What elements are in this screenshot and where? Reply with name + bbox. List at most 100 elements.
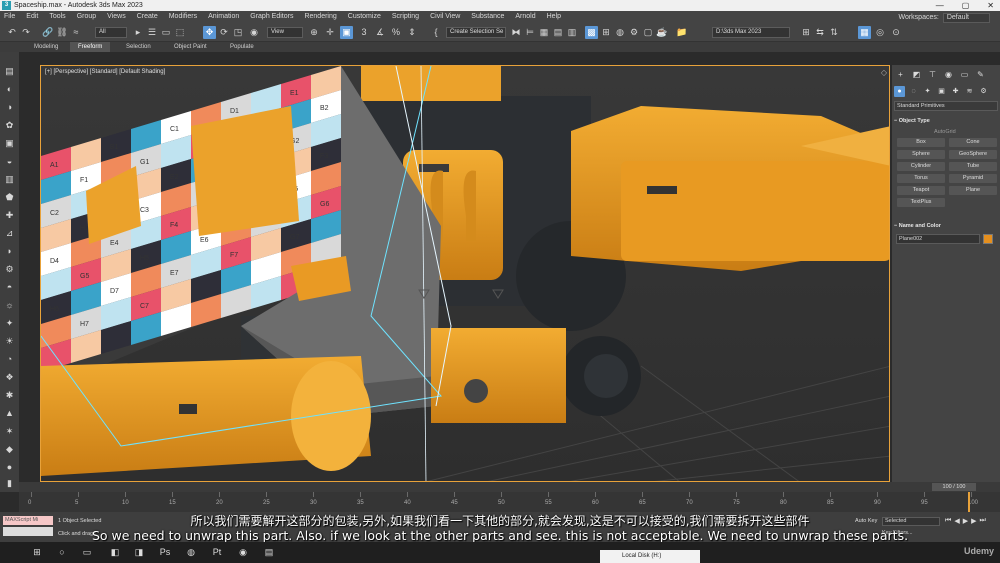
- primitive-button-textplus[interactable]: TextPlus: [897, 198, 945, 207]
- taskbar-app-icon-1[interactable]: ◧: [108, 546, 122, 559]
- pivot-center-icon[interactable]: ⊕: [308, 26, 320, 39]
- unlink-icon[interactable]: ⛓: [56, 26, 68, 39]
- curve-editor-icon[interactable]: ▩: [585, 26, 598, 39]
- primitive-button-box[interactable]: Box: [897, 138, 945, 147]
- tool-icon-16[interactable]: ◔: [3, 354, 16, 365]
- display-tab-icon[interactable]: ▭: [958, 70, 971, 80]
- menu-item-help[interactable]: Help: [547, 11, 561, 23]
- taskbar-app-icon-6[interactable]: ▤: [262, 546, 276, 559]
- tool-icon-12[interactable]: ◓: [3, 282, 16, 293]
- systems-icon[interactable]: ⚙: [978, 86, 989, 97]
- align-icon[interactable]: ⊨: [524, 26, 536, 39]
- primitive-category-dropdown[interactable]: Standard Primitives: [894, 101, 998, 111]
- menu-item-file[interactable]: File: [4, 11, 15, 23]
- selection-filter-dropdown[interactable]: All: [95, 27, 127, 38]
- tool-icon-13[interactable]: ☼: [3, 300, 16, 311]
- ribbon-tab-object-paint[interactable]: Object Paint: [166, 42, 215, 52]
- viewport-label[interactable]: [+] [Perspective] [Standard] [Default Sh…: [45, 69, 165, 75]
- spinner-snap-icon[interactable]: ⇕: [406, 26, 418, 39]
- menu-item-civil-view[interactable]: Civil View: [430, 11, 460, 23]
- taskbar-app-icon-2[interactable]: ◨: [132, 546, 146, 559]
- undo-icon[interactable]: ↶: [6, 26, 18, 39]
- tool-icon-15[interactable]: ☀: [3, 336, 16, 347]
- menu-item-tools[interactable]: Tools: [49, 11, 65, 23]
- tool-icon-5[interactable]: ◒: [3, 156, 16, 167]
- primitive-button-tube[interactable]: Tube: [949, 162, 997, 171]
- select-object-icon[interactable]: ▸: [132, 26, 144, 39]
- primitive-button-cone[interactable]: Cone: [949, 138, 997, 147]
- local-disk-item[interactable]: Local Disk (H:): [600, 550, 700, 563]
- autodesk-account-icon[interactable]: ◎: [874, 26, 886, 39]
- select-and-rotate-icon[interactable]: ⟳: [218, 26, 230, 39]
- tool-icon-19[interactable]: ▲: [3, 408, 16, 419]
- window-crossing-icon[interactable]: ⬚: [174, 26, 186, 39]
- tool-icon-11[interactable]: ⚙: [3, 264, 16, 275]
- tool-icon-1[interactable]: ◐: [3, 84, 16, 95]
- sort-icon[interactable]: ⇅: [828, 26, 840, 39]
- modify-tab-icon[interactable]: ◩: [910, 70, 923, 80]
- menu-item-rendering[interactable]: Rendering: [304, 11, 336, 23]
- primitive-button-pyramid[interactable]: Pyramid: [949, 174, 997, 183]
- workspaces-dropdown[interactable]: Default: [942, 13, 990, 23]
- select-by-name-icon[interactable]: ☰: [146, 26, 158, 39]
- tool-icon-8[interactable]: ✚: [3, 210, 16, 221]
- select-and-scale-icon[interactable]: ◳: [232, 26, 244, 39]
- tool-icon-22[interactable]: ●: [3, 462, 16, 473]
- ribbon-tab-selection[interactable]: Selection: [118, 42, 159, 52]
- reference-coordinate-dropdown[interactable]: View: [267, 27, 303, 38]
- schematic-view-icon[interactable]: ⊞: [600, 26, 612, 39]
- menu-item-customize[interactable]: Customize: [348, 11, 381, 23]
- tool-icon-17[interactable]: ❖: [3, 372, 16, 383]
- menu-item-create[interactable]: Create: [137, 11, 158, 23]
- time-slider[interactable]: 100 / 100: [19, 482, 1000, 492]
- track-bar[interactable]: 0 5 10 15 20 25 30 35 40 45 50 55 60 65 70 75 80 85 90 95 10…: [19, 492, 1000, 512]
- ribbon-tab-populate[interactable]: Populate: [222, 42, 262, 52]
- render-production-icon[interactable]: ☕: [656, 26, 668, 39]
- rendered-frame-window-icon[interactable]: ▢: [642, 26, 654, 39]
- object-type-header[interactable]: Object Type: [894, 117, 998, 126]
- autodesk-store-icon[interactable]: ⊙: [890, 26, 902, 39]
- task-view-icon[interactable]: ▭: [80, 546, 94, 559]
- utilities-tab-icon[interactable]: ✎: [974, 70, 987, 80]
- tool-icon-4[interactable]: ▣: [3, 138, 16, 149]
- mirror-icon[interactable]: ⧓: [510, 26, 522, 39]
- taskbar-app-icon-5[interactable]: ◉: [236, 546, 250, 559]
- menu-item-arnold[interactable]: Arnold: [515, 11, 535, 23]
- create-tab-icon[interactable]: +: [894, 70, 907, 80]
- tool-icon-9[interactable]: ⊿: [3, 228, 16, 239]
- tool-icon-7[interactable]: ⬟: [3, 192, 16, 203]
- lights-icon[interactable]: ✦: [922, 86, 933, 97]
- tool-icon-2[interactable]: ◑: [3, 102, 16, 113]
- primitive-button-torus[interactable]: Torus: [897, 174, 945, 183]
- tool-icon-10[interactable]: ◗: [3, 246, 16, 257]
- material-editor-icon[interactable]: ◍: [614, 26, 626, 39]
- sync-icon[interactable]: ⇆: [814, 26, 826, 39]
- grid-icon[interactable]: ⊞: [800, 26, 812, 39]
- menu-item-animation[interactable]: Animation: [208, 11, 239, 23]
- name-color-header[interactable]: Name and Color: [894, 222, 998, 231]
- menu-item-views[interactable]: Views: [107, 11, 126, 23]
- shapes-icon[interactable]: ◌: [908, 86, 919, 97]
- angle-snap-icon[interactable]: ∡: [374, 26, 386, 39]
- maximize-button[interactable]: ▢: [962, 0, 970, 11]
- redo-icon[interactable]: ↷: [20, 26, 32, 39]
- windows-start-icon[interactable]: ⊞: [30, 546, 44, 559]
- spacewarps-icon[interactable]: ≋: [964, 86, 975, 97]
- ribbon-toggle-icon[interactable]: ▥: [566, 26, 578, 39]
- taskbar-app-icon-4[interactable]: Pt: [210, 546, 224, 559]
- menu-item-modifiers[interactable]: Modifiers: [169, 11, 197, 23]
- close-button[interactable]: ✕: [987, 0, 994, 11]
- tool-icon-3[interactable]: ✿: [3, 120, 16, 131]
- folder-icon[interactable]: 📁: [676, 26, 688, 39]
- keyboard-shortcut-toggle-icon[interactable]: ▣: [340, 26, 353, 39]
- edit-named-selection-icon[interactable]: {: [430, 26, 442, 39]
- link-icon[interactable]: 🔗: [42, 26, 54, 39]
- viewport-layout-icon[interactable]: ▦: [858, 26, 871, 39]
- tool-icon-21[interactable]: ◆: [3, 444, 16, 455]
- primitive-button-sphere[interactable]: Sphere: [897, 150, 945, 159]
- helpers-icon[interactable]: ✚: [950, 86, 961, 97]
- object-color-swatch[interactable]: [983, 234, 993, 244]
- toggle-scene-explorer-icon[interactable]: ▦: [538, 26, 550, 39]
- perspective-viewport[interactable]: A1B1C1D1E1F1G1H1A2B2C2D2E2F2G2H2C3D3E3F3…: [40, 65, 890, 482]
- primitive-button-plane[interactable]: Plane: [949, 186, 997, 195]
